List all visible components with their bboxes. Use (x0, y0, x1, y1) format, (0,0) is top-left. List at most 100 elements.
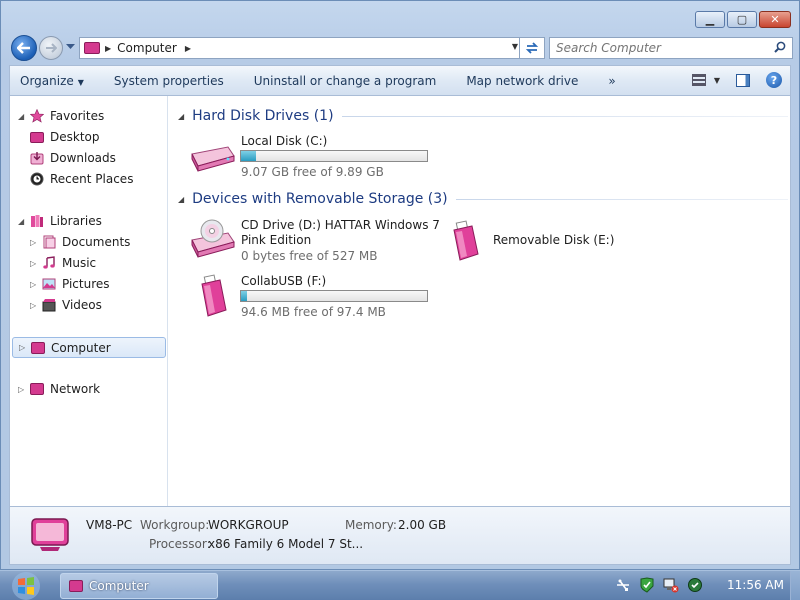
maximize-button[interactable]: ▢ (727, 11, 757, 28)
collapse-arrow-icon[interactable]: ◢ (178, 112, 184, 121)
help-icon[interactable]: ? (766, 72, 782, 88)
taskbar-button-computer[interactable]: Computer (60, 573, 218, 599)
collapsed-arrow-icon[interactable]: ▷ (30, 301, 40, 310)
drive-usage-bar (240, 150, 428, 162)
collapsed-arrow-icon[interactable]: ▷ (30, 238, 40, 247)
workgroup-label: Workgroup: (140, 518, 210, 532)
desktop-icon (30, 131, 44, 143)
tree-label: Downloads (50, 151, 116, 165)
drive-usage-fill (241, 151, 256, 161)
group-divider (455, 198, 788, 200)
forward-arrow-icon (46, 43, 57, 53)
expand-arrow-icon[interactable]: ◢ (18, 217, 28, 226)
uninstall-program-button[interactable]: Uninstall or change a program (254, 74, 437, 88)
breadcrumb-computer[interactable]: Computer (117, 41, 177, 55)
window-caption-buttons: ▁ ▢ ✕ (695, 11, 791, 28)
drive-free-space: 94.6 MB free of 97.4 MB (241, 305, 386, 319)
drive-item-e[interactable]: Removable Disk (E:) (444, 216, 614, 264)
taskbar-button-label: Computer (89, 579, 149, 593)
clock[interactable]: 11:56 AM (727, 578, 784, 592)
search-icon[interactable] (774, 41, 786, 53)
hard-disk-icon (191, 146, 235, 172)
tree-label: Favorites (50, 109, 105, 123)
tree-item-downloads[interactable]: Downloads (30, 148, 116, 168)
drive-free-space: 9.07 GB free of 9.89 GB (241, 165, 384, 179)
network-status-icon[interactable] (663, 577, 679, 593)
tree-label: Pictures (62, 277, 110, 291)
tree-item-favorites[interactable]: ◢ Favorites (18, 106, 104, 126)
tree-item-recent-places[interactable]: Recent Places (30, 169, 133, 189)
view-list-icon (691, 74, 706, 86)
search-box[interactable] (549, 37, 793, 59)
music-icon (43, 256, 55, 269)
collapsed-arrow-icon[interactable]: ▷ (30, 259, 40, 268)
minimize-icon: ▁ (705, 13, 715, 26)
drive-usage-fill (241, 291, 247, 301)
usb-device-icon[interactable] (615, 577, 631, 593)
back-button[interactable] (11, 35, 37, 61)
tree-item-pictures[interactable]: ▷ Pictures (30, 274, 110, 294)
volume-icon[interactable] (687, 577, 703, 593)
libraries-icon (31, 215, 43, 227)
usb-drive-icon (201, 274, 227, 317)
details-pane: VM8-PC Workgroup: WORKGROUP Memory: 2.00… (9, 507, 791, 565)
drive-item-c[interactable]: Local Disk (C:) 9.07 GB free of 9.89 GB (188, 132, 448, 180)
group-header-hard-disks[interactable]: ◢ Hard Disk Drives (1) (178, 105, 788, 127)
expand-arrow-icon[interactable]: ◢ (18, 112, 28, 121)
tree-label: Documents (62, 235, 131, 249)
maximize-icon: ▢ (736, 13, 748, 26)
show-desktop-button[interactable] (790, 571, 800, 600)
tree-item-network[interactable]: ▷ Network (18, 379, 100, 399)
drive-item-f[interactable]: CollabUSB (F:) 94.6 MB free of 97.4 MB (188, 272, 450, 320)
tree-item-desktop[interactable]: Desktop (30, 127, 100, 147)
navigation-pane[interactable]: ◢ Favorites Desktop Downloads Recent Pla… (10, 96, 168, 506)
search-input[interactable] (556, 41, 756, 55)
address-history-chevron-icon[interactable]: ▼ (512, 42, 518, 51)
drive-free-space: 0 bytes free of 527 MB (241, 249, 378, 263)
change-view-button[interactable]: ▼ (691, 74, 720, 86)
tree-item-documents[interactable]: ▷ Documents (30, 232, 130, 252)
group-header-removable[interactable]: ◢ Devices with Removable Storage (3) (178, 188, 788, 210)
breadcrumb-separator-icon[interactable]: ▶ (105, 44, 111, 53)
tree-label: Music (62, 256, 97, 270)
collapsed-arrow-icon[interactable]: ▷ (18, 385, 28, 394)
system-properties-button[interactable]: System properties (114, 74, 224, 88)
computer-icon (69, 580, 83, 592)
refresh-button[interactable] (519, 37, 545, 59)
preview-pane-icon[interactable] (736, 73, 750, 87)
drive-name-line-1: CD Drive (D:) HATTAR Windows 7 (241, 218, 440, 232)
file-list-pane[interactable]: ◢ Hard Disk Drives (1) Local Disk (C:) 9… (172, 96, 790, 506)
collapsed-arrow-icon[interactable]: ▷ (30, 280, 40, 289)
action-center-icon[interactable] (639, 577, 655, 593)
map-network-drive-button[interactable]: Map network drive (466, 74, 578, 88)
start-button[interactable] (4, 571, 48, 600)
close-button[interactable]: ✕ (759, 11, 791, 28)
taskbar: Computer 11:56 AM (0, 570, 800, 600)
processor-label: Processor: (149, 537, 211, 551)
computer-icon (31, 518, 69, 551)
address-bar[interactable]: ▶ Computer ▶ ▼ (79, 37, 525, 59)
collapsed-arrow-icon[interactable]: ▷ (19, 343, 29, 352)
chevron-down-icon: ▼ (77, 77, 84, 87)
tree-item-music[interactable]: ▷ Music (30, 253, 96, 273)
refresh-icon (525, 42, 539, 54)
tree-item-libraries[interactable]: ◢ Libraries (18, 211, 102, 231)
more-commands-button[interactable]: » (608, 74, 615, 88)
usb-drive-icon (453, 220, 479, 261)
cd-drive-icon (191, 219, 235, 258)
command-bar: Organize ▼ System properties Uninstall or… (9, 65, 791, 95)
breadcrumb-arrow-icon[interactable]: ▶ (185, 44, 191, 53)
drive-item-d[interactable]: CD Drive (D:) HATTAR Windows 7 Pink Edit… (188, 216, 450, 264)
tree-item-computer[interactable]: ▷ Computer (12, 337, 166, 358)
organize-menu[interactable]: Organize ▼ (20, 74, 84, 88)
recent-pages-dropdown[interactable] (66, 43, 76, 53)
tree-label: Computer (51, 340, 111, 355)
tree-item-videos[interactable]: ▷ Videos (30, 295, 102, 315)
videos-icon (42, 299, 56, 312)
tree-label: Recent Places (50, 172, 134, 186)
forward-button[interactable] (39, 36, 63, 60)
minimize-button[interactable]: ▁ (695, 11, 725, 28)
pictures-icon (42, 278, 56, 290)
collapse-arrow-icon[interactable]: ◢ (178, 195, 184, 204)
group-title: Devices with Removable Storage (3) (192, 191, 448, 207)
